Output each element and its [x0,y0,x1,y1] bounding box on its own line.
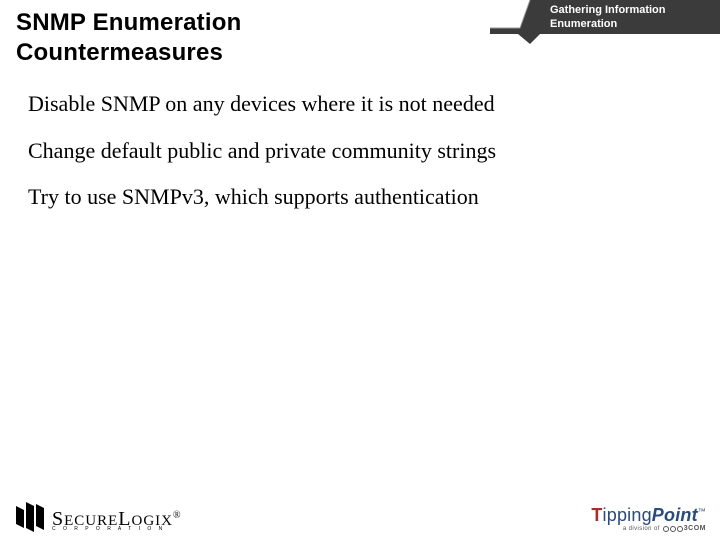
tippingpoint-logo: TippingPoint™ a division of 3COM [591,506,706,532]
slide-body: Disable SNMP on any devices where it is … [0,76,720,212]
tippingpoint-subtitle: a division of 3COM [623,525,706,532]
tag-line-2: Enumeration [550,18,666,32]
bullet-item: Try to use SNMPv3, which supports authen… [28,183,696,212]
securelogix-text: SECURELOGIX® C O R P O R A T I O N [52,509,182,532]
slide-header: Gathering Information Enumeration SNMP E… [0,0,720,76]
title-line-2: Countermeasures [16,39,223,66]
slide-footer: SECURELOGIX® C O R P O R A T I O N Tippi… [0,488,720,534]
tippingpoint-name: TippingPoint™ [591,506,706,524]
section-tag-text: Gathering Information Enumeration [550,4,666,32]
title-line-1: SNMP Enumeration [16,9,241,36]
threecom-mark-icon: 3COM [663,525,706,532]
securelogix-logo: SECURELOGIX® C O R P O R A T I O N [14,502,182,532]
tag-line-1: Gathering Information [550,4,666,18]
securelogix-mark-icon [14,502,48,532]
securelogix-subtitle: C O R P O R A T I O N [52,527,165,532]
bullet-item: Disable SNMP on any devices where it is … [28,90,696,119]
bullet-item: Change default public and private commun… [28,137,696,166]
section-tag: Gathering Information Enumeration [490,0,720,44]
